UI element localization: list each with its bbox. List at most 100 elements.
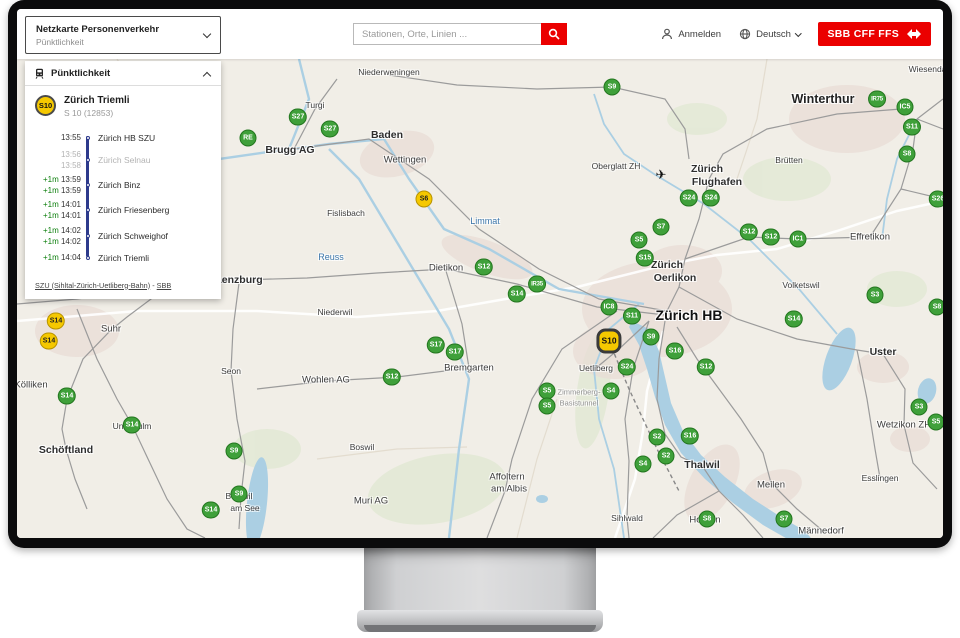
line-badge-s4[interactable]: S4 (635, 456, 652, 473)
line-badge-s6[interactable]: S6 (416, 191, 433, 208)
monitor-stand-base (357, 610, 603, 632)
timeline-node (86, 256, 90, 260)
map-label: Baden (371, 129, 403, 141)
stop-times: 13:55 (31, 132, 81, 143)
line-badge-s10[interactable]: S10 (596, 329, 621, 354)
map-label: Zürich HB (656, 307, 723, 323)
line-badge-s14[interactable]: S14 (202, 502, 220, 519)
map-label: Lenzburg (215, 274, 262, 286)
stop-row: 13:55 Zürich HB SZU (31, 129, 213, 147)
line-badge-s9[interactable]: S9 (643, 329, 660, 346)
line-badge-s3[interactable]: S3 (867, 287, 884, 304)
line-badge-s8[interactable]: S8 (929, 299, 944, 316)
topbar-right: Anmelden Deutsch SBB CFF FFS (661, 9, 931, 59)
line-badge-s16[interactable]: S16 (666, 343, 684, 360)
timeline-line (86, 136, 89, 257)
stop-times: +1m 14:02+1m 14:02 (31, 225, 81, 247)
map-label: Turgi (305, 100, 324, 110)
line-badge-s26[interactable]: S26 (929, 191, 943, 208)
train-header: S10 Zürich Triemli S 10 (12853) (25, 86, 221, 123)
line-badge-s24[interactable]: S24 (702, 190, 720, 207)
line-badge-s14[interactable]: S14 (58, 388, 76, 405)
line-badge-ic5[interactable]: IC5 (897, 99, 914, 116)
map-label: Oerlikon (654, 272, 697, 284)
delay-value: +1m (43, 226, 61, 235)
stop-row: +1m 14:04Zürich Triemli (31, 249, 213, 267)
line-badge-ir35[interactable]: IR35 (528, 276, 546, 293)
punctuality-panel: Pünktlichkeit S10 Zürich Triemli S 10 (1… (25, 61, 221, 299)
stop-times: +1m 14:04 (31, 252, 81, 263)
line-badge-ic1[interactable]: IC1 (790, 231, 807, 248)
line-badge-s24[interactable]: S24 (618, 359, 636, 376)
line-badge-ir75[interactable]: IR75 (868, 91, 886, 108)
footer-link[interactable]: SZU (Sihltal-Zürich-Uetliberg-Bahn) (35, 281, 150, 290)
line-badge-s9[interactable]: S9 (226, 443, 243, 460)
map-label: Männedorf (798, 526, 843, 537)
line-badge-s8[interactable]: S8 (699, 511, 716, 528)
map-label: Effretikon (850, 232, 890, 243)
map-label: Zürich (691, 163, 723, 175)
stop-name: Zürich Binz (94, 180, 141, 190)
line-badge-s5[interactable]: S5 (631, 232, 648, 249)
line-badge-s27[interactable]: S27 (289, 109, 307, 126)
timeline-node (86, 158, 90, 162)
line-badge-s8[interactable]: S8 (899, 146, 916, 163)
line-badge-s14[interactable]: S14 (508, 286, 526, 303)
map-label: Fislisbach (327, 208, 365, 218)
line-badge-s5[interactable]: S5 (539, 398, 556, 415)
line-badge-s12[interactable]: S12 (740, 224, 758, 241)
map-label: Volketswil (782, 280, 819, 290)
collapse-button[interactable] (202, 65, 212, 82)
login-label: Anmelden (678, 29, 721, 40)
stop-name: Zürich HB SZU (94, 133, 155, 143)
line-badge-s5[interactable]: S5 (928, 414, 944, 431)
line-badge-s14[interactable]: S14 (40, 333, 58, 350)
line-badge-s7[interactable]: S7 (653, 219, 670, 236)
line-badge-s14[interactable]: S14 (785, 311, 803, 328)
language-selector[interactable]: Deutsch (739, 28, 800, 40)
login-button[interactable]: Anmelden (661, 28, 721, 40)
delay-value: +1m (43, 186, 61, 195)
time-value: 13:59 (61, 186, 81, 195)
sbb-logo[interactable]: SBB CFF FFS (818, 22, 931, 46)
line-badge-s27[interactable]: S27 (321, 121, 339, 138)
stop-row: +1m 14:01+1m 14:01Zürich Friesenberg (31, 198, 213, 223)
map-label: Suhr (101, 324, 121, 335)
line-badge-s2[interactable]: S2 (649, 429, 666, 446)
line-badge-s7[interactable]: S7 (776, 511, 793, 528)
line-badge-s2[interactable]: S2 (658, 448, 675, 465)
time-value: 13:58 (61, 161, 81, 170)
map-label: Muri AG (354, 496, 388, 507)
line-badge-s11[interactable]: S11 (903, 119, 921, 136)
line-badge-s14[interactable]: S14 (47, 313, 65, 330)
line-badge-s11[interactable]: S11 (623, 308, 641, 325)
map-label: Niederwil (318, 307, 353, 317)
timeline-node (86, 183, 90, 187)
line-badge-s17[interactable]: S17 (446, 344, 464, 361)
line-badge-s12[interactable]: S12 (383, 369, 401, 386)
delay-value: +1m (43, 237, 61, 246)
line-badge-s3[interactable]: S3 (911, 399, 928, 416)
layer-dropdown[interactable]: Netzkarte Personenverkehr Pünktlichkeit (25, 16, 221, 54)
line-badge-s17[interactable]: S17 (427, 337, 445, 354)
stop-times: 13:5613:58 (31, 149, 81, 171)
line-badge-s12[interactable]: S12 (475, 259, 493, 276)
map-label: Affoltern (489, 472, 524, 483)
panel-footer-links: SZU (Sihltal-Zürich-Uetliberg-Bahn) - SB… (25, 271, 221, 299)
sbb-logo-text: SBB CFF FFS (827, 28, 899, 40)
line-badge-s4[interactable]: S4 (603, 383, 620, 400)
search-button[interactable] (541, 23, 567, 45)
line-badge-s9[interactable]: S9 (604, 79, 621, 96)
line-badge-s24[interactable]: S24 (680, 190, 698, 207)
line-badge-s16[interactable]: S16 (681, 428, 699, 445)
line-badge-re[interactable]: RE (240, 130, 257, 147)
line-badge-ic8[interactable]: IC8 (601, 299, 618, 316)
map-label: Limmat (470, 216, 500, 226)
delay-value: +1m (43, 211, 61, 220)
line-badge-s12[interactable]: S12 (762, 229, 780, 246)
stop-times: +1m 13:59+1m 13:59 (31, 174, 81, 196)
footer-link[interactable]: SBB (157, 281, 172, 290)
line-badge-s9[interactable]: S9 (231, 486, 248, 503)
line-badge-s12[interactable]: S12 (697, 359, 715, 376)
search-input[interactable] (353, 23, 541, 45)
